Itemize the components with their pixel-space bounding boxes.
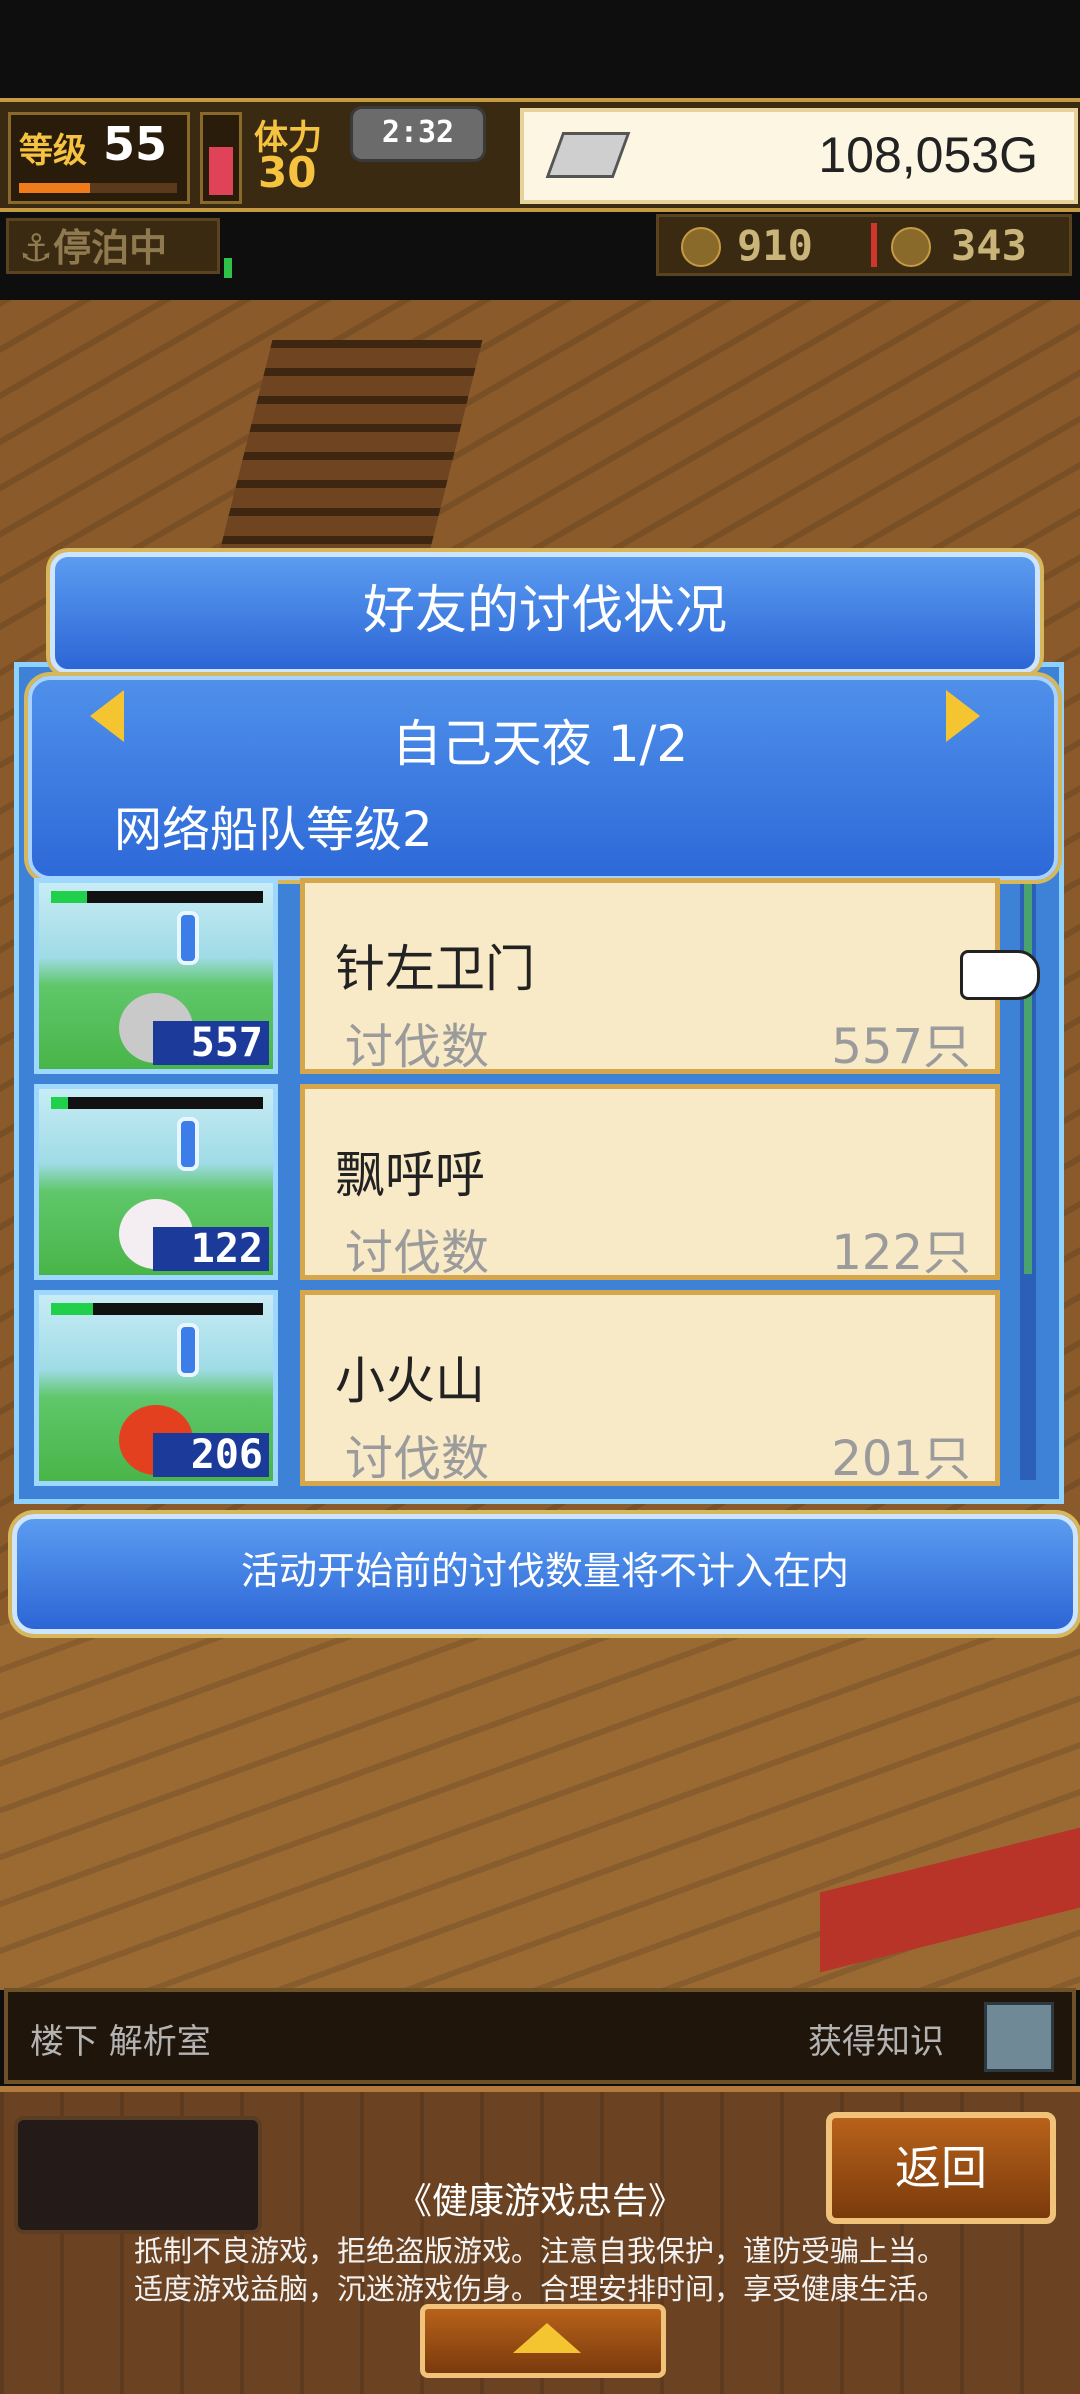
- monster-thumbnail: 206: [34, 1290, 278, 1486]
- resource-bar: 910 343: [656, 214, 1072, 276]
- up-arrow-icon: [513, 2323, 581, 2353]
- medal-icon: [891, 227, 931, 267]
- monster-card[interactable]: 小火山 讨伐数 201只: [300, 1290, 1000, 1487]
- hp-bar: [51, 891, 263, 903]
- kills-value: 201只: [831, 1431, 971, 1487]
- exclamation-icon: [177, 1117, 199, 1171]
- kills-label: 讨伐数: [345, 1019, 490, 1075]
- thumb-count: 122: [153, 1227, 269, 1271]
- thumb-count: 206: [153, 1433, 269, 1477]
- kills-label: 讨伐数: [345, 1431, 490, 1487]
- level-label: 等级: [19, 131, 87, 171]
- exp-bar: [19, 183, 177, 193]
- knowledge-label: 获得知识: [808, 2022, 944, 2062]
- list-item[interactable]: 122 飘呼呼 讨伐数 122只: [30, 1084, 1030, 1282]
- kills-value: 122只: [831, 1225, 971, 1281]
- list-item[interactable]: 557 针左卫门 讨伐数 557只: [30, 878, 1030, 1076]
- thumb-count: 557: [153, 1021, 269, 1065]
- magnifier-icon[interactable]: [984, 2002, 1054, 2072]
- fleet-level: 网络船队等级2: [114, 802, 433, 858]
- location-name: 楼下 解析室: [30, 2022, 211, 2062]
- level-box: 等级 55: [8, 112, 190, 204]
- dialog-title: 好友的讨伐状况: [50, 552, 1040, 674]
- status-indicator: [224, 258, 232, 278]
- advice-line-1: 抵制不良游戏，拒绝盗版游戏。注意自我保护，谨防受骗上当。: [133, 2234, 946, 2268]
- resource2-value: 343: [951, 221, 1027, 270]
- exclamation-icon: [177, 1323, 199, 1377]
- docked-status: ⚓停泊中: [6, 218, 220, 274]
- top-hud: 等级 55 体力 30 2:32 108,053G: [0, 98, 1080, 212]
- location-bar: 楼下 解析室 获得知识: [4, 1988, 1076, 2084]
- resource1-value: 910: [737, 221, 813, 270]
- monster-name: 小火山: [335, 1352, 485, 1410]
- stamina-gauge: [200, 112, 242, 204]
- monster-card[interactable]: 针左卫门 讨伐数 557只: [300, 878, 1000, 1075]
- exclamation-icon: [177, 911, 199, 965]
- food-icon: [681, 227, 721, 267]
- advice-title: 《健康游戏忠告》: [395, 2181, 684, 2222]
- divider: [871, 223, 877, 267]
- timer: 2:32: [350, 106, 486, 162]
- silver-ingot-icon: [545, 132, 631, 178]
- player-page: 自己天夜 1/2: [391, 715, 689, 773]
- level-value: 55: [103, 117, 168, 171]
- monster-card[interactable]: 飘呼呼 讨伐数 122只: [300, 1084, 1000, 1281]
- notice-text: 活动开始前的讨伐数量将不计入在内: [12, 1514, 1078, 1634]
- monster-name: 飘呼呼: [335, 1146, 485, 1204]
- list-item[interactable]: 206 小火山 讨伐数 201只: [30, 1290, 1030, 1488]
- pointing-hand-icon: [960, 950, 1040, 1000]
- kills-label: 讨伐数: [345, 1225, 490, 1281]
- gold-box[interactable]: 108,053G: [520, 108, 1078, 204]
- gold-amount: 108,053G: [818, 127, 1038, 183]
- expand-up-button[interactable]: [420, 2304, 666, 2378]
- hp-bar: [51, 1303, 263, 1315]
- stamina-value: 30: [258, 148, 317, 197]
- monster-thumbnail: 122: [34, 1084, 278, 1280]
- hp-bar: [51, 1097, 263, 1109]
- monster-thumbnail: 557: [34, 878, 278, 1074]
- advice-line-2: 适度游戏益脑，沉迷游戏伤身。合理安排时间，享受健康生活。: [133, 2272, 946, 2306]
- monster-name: 针左卫门: [335, 940, 535, 998]
- kills-value: 557只: [831, 1019, 971, 1075]
